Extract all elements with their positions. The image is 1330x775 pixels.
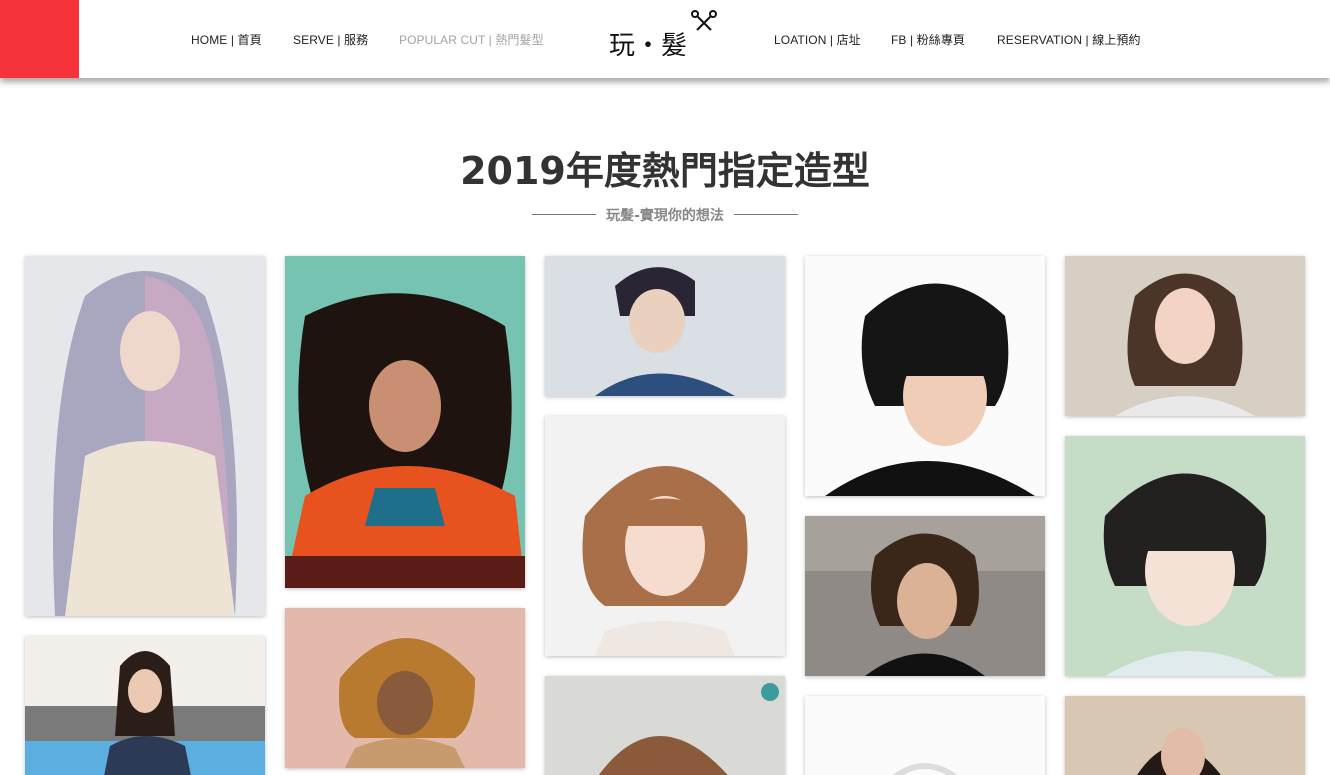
nav-popular-cut[interactable]: POPULAR CUT | 熱門髮型 bbox=[399, 31, 544, 48]
hairstyle-photo-mens-wavy-medium[interactable] bbox=[805, 516, 1045, 676]
scissors-icon bbox=[691, 10, 717, 31]
hairstyle-photo-shoulder-length-straight[interactable] bbox=[25, 636, 265, 775]
hairstyle-photo-mens-short-shaggy[interactable] bbox=[805, 256, 1045, 496]
hairstyle-photo-silver-lavender-long-hair[interactable] bbox=[25, 256, 265, 616]
hairstyle-photo-golden-curly-afro[interactable] bbox=[285, 608, 525, 768]
page-title: 2019年度熱門指定造型 bbox=[460, 149, 870, 193]
hairstyle-photo-dark-curly-hair[interactable] bbox=[285, 256, 525, 588]
hairstyle-photo-long-dark-waves[interactable] bbox=[1065, 696, 1305, 775]
hairstyle-photo-medium-wavy-with-bangs[interactable] bbox=[1065, 256, 1305, 416]
nav-reservation[interactable]: RESERVATION | 線上預約 bbox=[997, 31, 1141, 48]
nav-location[interactable]: LOATION | 店址 bbox=[774, 31, 861, 48]
divider-left bbox=[532, 214, 597, 215]
logo-text: 玩・髮 bbox=[609, 31, 687, 61]
page-subtitle: 玩髮-實現你的想法 bbox=[606, 207, 724, 224]
divider-right bbox=[733, 214, 798, 215]
nav-serve[interactable]: SERVE | 服務 bbox=[293, 31, 368, 48]
brand-color-block bbox=[0, 0, 79, 78]
hairstyle-photo-curly-brown-partial[interactable] bbox=[545, 676, 785, 775]
nav-home[interactable]: HOME | 首頁 bbox=[191, 31, 262, 48]
hairstyle-photo-mens-layered-shag[interactable] bbox=[1065, 436, 1305, 676]
top-navbar: HOME | 首頁 SERVE | 服務 POPULAR CUT | 熱門髮型 … bbox=[0, 0, 1330, 78]
subtitle-row: 玩髮-實現你的想法 bbox=[0, 202, 1330, 225]
hairstyle-photo-short-textured-cut[interactable] bbox=[545, 256, 785, 396]
nav-facebook[interactable]: FB | 粉絲專頁 bbox=[891, 31, 965, 48]
hairstyle-photo-white-placeholder[interactable] bbox=[805, 696, 1045, 775]
site-logo[interactable]: 玩・髮 bbox=[603, 8, 725, 68]
hairstyle-photo-wavy-bob-with-bangs[interactable] bbox=[545, 416, 785, 656]
